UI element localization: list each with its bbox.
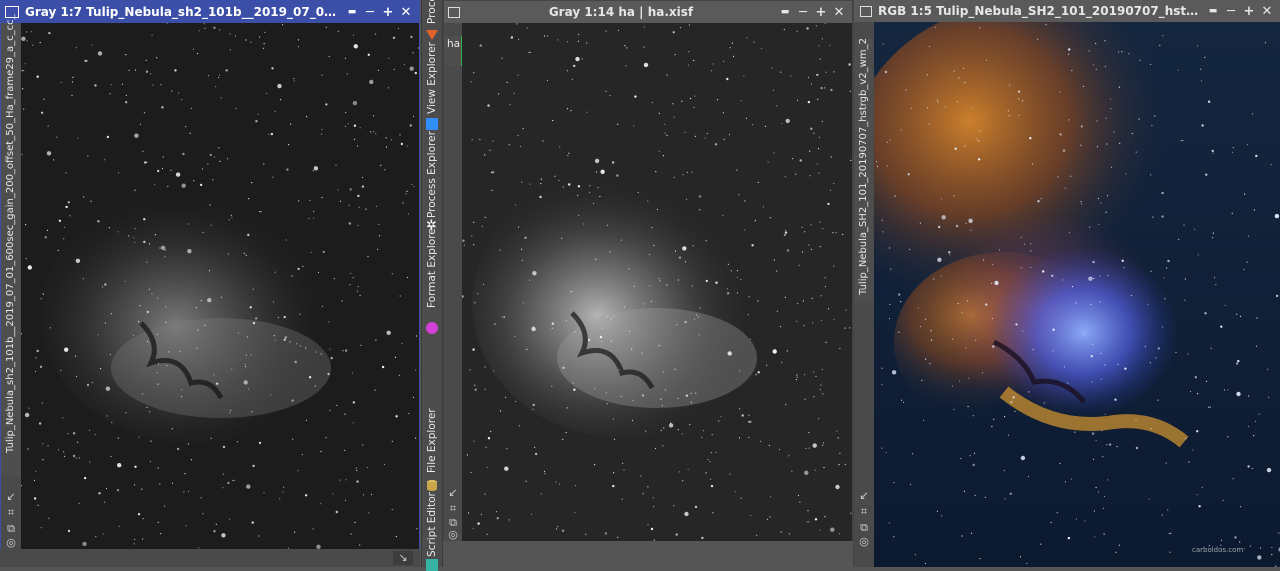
explorer-side-panel: Process View Explorer Process Explorer ✲… <box>421 0 443 571</box>
window-title: Gray 1:7 Tulip_Nebula_sh2_101b__2019_07_… <box>25 5 343 19</box>
side-item-process-explorer[interactable]: Process Explorer ✲ <box>422 131 442 238</box>
image-canvas-middle[interactable] <box>462 23 852 541</box>
minimize-button[interactable]: ─ <box>1222 4 1240 19</box>
image-window-right[interactable]: RGB 1:5 Tulip_Nebula_SH2_101_20190707_hs… <box>853 0 1280 567</box>
window-titlebar[interactable]: Gray 1:7 Tulip_Nebula_sh2_101b__2019_07_… <box>1 1 419 23</box>
minimize-button[interactable]: ─ <box>361 5 379 20</box>
side-item-file-explorer[interactable]: File Explorer <box>422 408 442 495</box>
side-item-script-editor[interactable]: Script Editor <box>422 492 442 571</box>
shade-button[interactable]: ▬ <box>776 7 794 17</box>
window-menu-icon[interactable] <box>860 5 872 17</box>
close-button[interactable]: ✕ <box>830 5 848 20</box>
fit-icon[interactable]: ⌗ <box>446 502 460 516</box>
target-icon[interactable]: ◎ <box>857 535 871 549</box>
view-identifier-label-area[interactable]: Tulip_Nebula_sh2_101b__2019_07_01_600sec… <box>1 14 23 475</box>
resize-corner-icon[interactable]: ↘ <box>393 551 413 565</box>
expand-icon[interactable]: ↙ <box>857 489 871 503</box>
script-editor-icon <box>426 559 438 571</box>
workspace-strip <box>443 541 853 567</box>
side-item-view-explorer[interactable]: View Explorer <box>422 42 442 136</box>
maximize-button[interactable]: + <box>812 5 830 20</box>
maximize-button[interactable]: + <box>1240 4 1258 19</box>
expand-icon[interactable]: ↙ <box>446 486 460 500</box>
view-explorer-icon <box>426 118 438 130</box>
side-item-label: Format Explorer <box>426 223 438 308</box>
view-identifier-label-area[interactable]: ha <box>444 36 463 66</box>
close-button[interactable]: ✕ <box>397 5 415 20</box>
view-identifier-tab[interactable]: Tulip_Nebula_sh2_101b__2019_07_01_600sec… <box>1 14 23 550</box>
image-window-middle[interactable]: Gray 1:14 ha | ha.xisf ▬ ─ + ✕ ha ↙ ⌗ ⧉ … <box>443 0 853 541</box>
side-item-label: Process <box>426 0 438 24</box>
view-identifier-tab[interactable]: Tulip_Nebula_SH2_101_20190707_hstrgb_v2_… <box>854 22 875 567</box>
view-identifier-tab[interactable]: ha ↙ ⌗ ⧉ ◎ <box>444 23 463 541</box>
clone-icon[interactable]: ⧉ <box>4 522 18 536</box>
shade-button[interactable]: ▬ <box>1204 6 1222 16</box>
clone-icon[interactable]: ⧉ <box>857 521 871 535</box>
window-titlebar[interactable]: RGB 1:5 Tulip_Nebula_SH2_101_20190707_hs… <box>854 0 1280 22</box>
shade-button[interactable]: ▬ <box>343 7 361 17</box>
window-title: RGB 1:5 Tulip_Nebula_SH2_101_20190707_hs… <box>878 4 1204 18</box>
workspace-strip: ↘ <box>0 549 420 567</box>
window-titlebar[interactable]: Gray 1:14 ha | ha.xisf ▬ ─ + ✕ <box>444 1 852 23</box>
image-window-left[interactable]: Gray 1:7 Tulip_Nebula_sh2_101b__2019_07_… <box>0 0 420 549</box>
side-item-format-explorer[interactable]: Format Explorer <box>422 224 442 338</box>
process-icon <box>426 26 438 40</box>
window-title: Gray 1:14 ha | ha.xisf <box>548 5 694 19</box>
fit-icon[interactable]: ⌗ <box>857 505 871 519</box>
target-icon[interactable]: ◎ <box>446 528 460 542</box>
window-menu-icon[interactable] <box>448 6 460 18</box>
file-explorer-icon <box>426 476 438 491</box>
watermark-text: carboldos.com <box>1192 546 1243 554</box>
view-identifier-label: Tulip_Nebula_SH2_101_20190707_hstrgb_v2_… <box>858 38 869 295</box>
fit-icon[interactable]: ⌗ <box>4 506 18 520</box>
expand-icon[interactable]: ↙ <box>4 490 18 504</box>
side-item-label: Script Editor <box>426 492 438 557</box>
image-canvas-left[interactable] <box>21 23 419 549</box>
format-explorer-icon <box>426 322 438 334</box>
side-item-label: Process Explorer <box>426 131 438 218</box>
side-item-label: View Explorer <box>426 42 438 114</box>
target-icon[interactable]: ◎ <box>4 536 18 550</box>
view-identifier-label: ha <box>447 38 461 50</box>
view-identifier-label-area[interactable]: Tulip_Nebula_SH2_101_20190707_hstrgb_v2_… <box>854 38 873 301</box>
close-button[interactable]: ✕ <box>1258 4 1276 19</box>
side-item-process[interactable]: Process <box>422 0 442 40</box>
side-item-label: File Explorer <box>426 408 438 473</box>
minimize-button[interactable]: ─ <box>794 5 812 20</box>
maximize-button[interactable]: + <box>379 5 397 20</box>
image-canvas-right[interactable]: carboldos.com <box>874 22 1280 567</box>
